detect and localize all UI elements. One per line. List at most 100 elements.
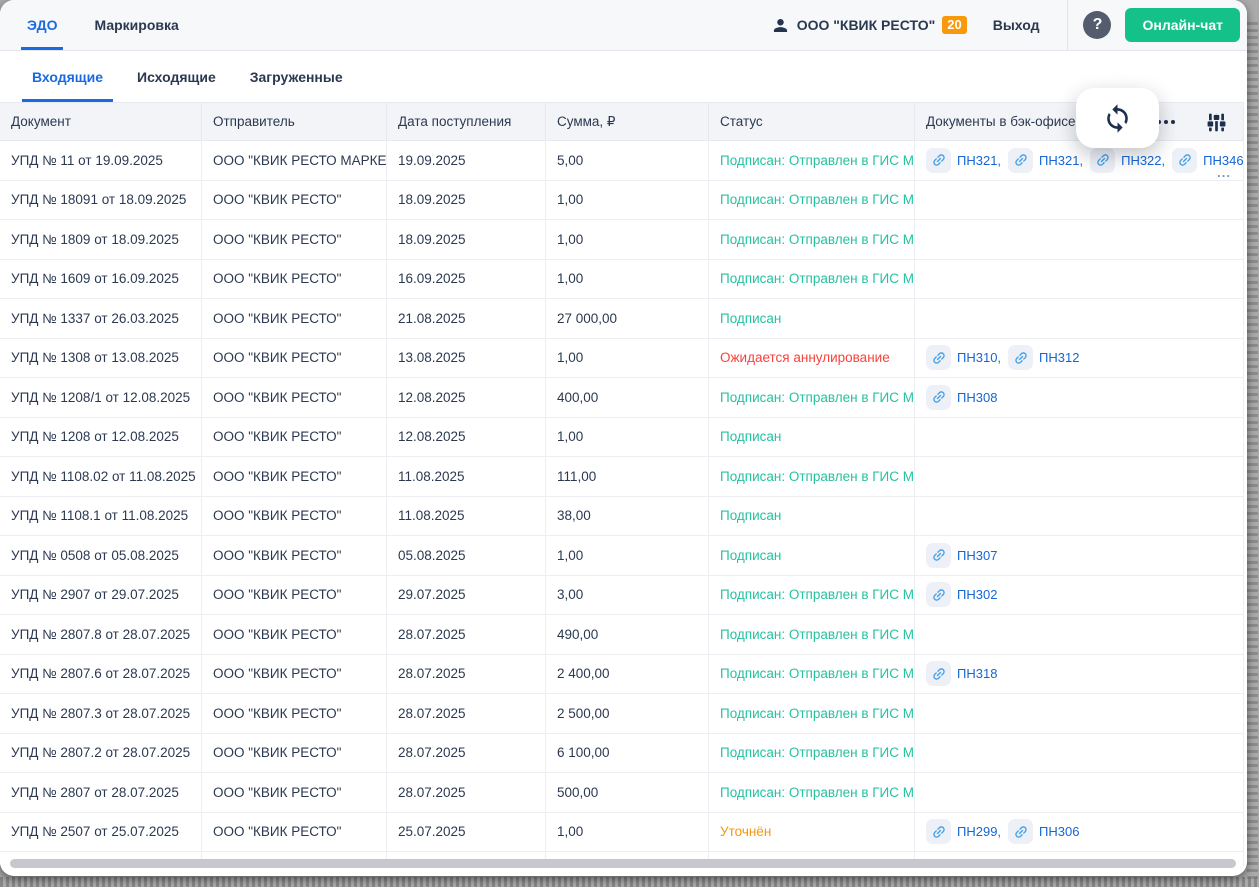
backoffice-doc-link[interactable]: ПН312	[1008, 345, 1079, 371]
filter-button[interactable]	[1205, 111, 1228, 134]
tab-uploaded[interactable]: Загруженные	[240, 51, 353, 102]
backoffice-doc-link[interactable]: ПН308	[926, 384, 998, 410]
cell-status: Подписан: Отправлен в ГИС МТ	[709, 575, 915, 614]
table-row[interactable]: УПД № 2807.3 от 28.07.2025 ООО "КВИК РЕС…	[0, 694, 1244, 734]
cell-backoffice-docs: ПН299, ПН306	[915, 812, 1244, 851]
cell-document: УПД № 2807 от 28.07.2025	[0, 773, 202, 812]
table-row[interactable]: УПД № 1609 от 16.09.2025 ООО "КВИК РЕСТО…	[0, 259, 1244, 299]
cell-document: УПД № 1208/1 от 12.08.2025	[0, 378, 202, 417]
cell-document: УПД № 2807.6 от 28.07.2025	[0, 654, 202, 693]
cell-document: УПД № 2907 от 29.07.2025	[0, 575, 202, 614]
doc-link-label: ПН299,	[957, 824, 1002, 840]
backoffice-doc-link[interactable]: ПН310,	[926, 345, 1001, 371]
cell-status: Подписан: Отправлен в ГИС МТ	[709, 615, 915, 654]
backoffice-doc-link[interactable]: ПН306	[1008, 819, 1080, 845]
cell-sender: ООО "КВИК РЕСТО МАРКЕТ"	[202, 141, 387, 180]
cell-date: 25.07.2025	[387, 812, 546, 851]
cell-backoffice-docs	[915, 733, 1244, 772]
cell-sender: ООО "КВИК РЕСТО"	[202, 733, 387, 772]
cell-backoffice-docs	[915, 259, 1244, 298]
background-page-remnant-bottom	[0, 877, 1259, 887]
table-row[interactable]: УПД № 1208 от 12.08.2025 ООО "КВИК РЕСТО…	[0, 417, 1244, 457]
top-tab-markirovka[interactable]: Маркировка	[94, 0, 178, 50]
cell-status: Подписан: Отправлен в ГИС МТ	[709, 733, 915, 772]
subtabs: Входящие Исходящие Загруженные	[0, 51, 1247, 102]
cell-date: 28.07.2025	[387, 694, 546, 733]
table-row[interactable]: УПД № 2807.2 от 28.07.2025 ООО "КВИК РЕС…	[0, 733, 1244, 773]
sliders-icon	[1205, 111, 1228, 134]
chain-link-icon	[926, 345, 951, 371]
account-button[interactable]: ООО "КВИК РЕСТО" 20	[771, 16, 967, 35]
backoffice-doc-link[interactable]: ПН299,	[926, 819, 1002, 845]
top-tab-edo[interactable]: ЭДО	[20, 0, 65, 50]
table-row[interactable]: УПД № 2807.6 от 28.07.2025 ООО "КВИК РЕС…	[0, 654, 1244, 694]
cell-date: 11.08.2025	[387, 496, 546, 535]
cell-backoffice-docs	[915, 457, 1244, 496]
cell-date: 16.09.2025	[387, 259, 546, 298]
table-row[interactable]: УПД № 11 от 19.09.2025 ООО "КВИК РЕСТО М…	[0, 141, 1244, 181]
table-row[interactable]: УПД № 2807.8 от 28.07.2025 ООО "КВИК РЕС…	[0, 615, 1244, 655]
table-row[interactable]: УПД № 1337 от 26.03.2025 ООО "КВИК РЕСТО…	[0, 299, 1244, 339]
refresh-button[interactable]	[1076, 88, 1159, 148]
horizontal-scrollbar[interactable]	[10, 859, 1236, 868]
backoffice-doc-link[interactable]: ПН321,	[926, 147, 1002, 173]
online-chat-button[interactable]: Онлайн-чат	[1125, 8, 1240, 42]
chain-link-icon	[926, 384, 951, 410]
cell-backoffice-docs: ПН302	[915, 575, 1244, 614]
tab-incoming[interactable]: Входящие	[22, 51, 113, 102]
cell-status: Подписан: Отправлен в ГИС МТ	[709, 220, 915, 259]
cell-sender: ООО "КВИК РЕСТО"	[202, 417, 387, 456]
help-button[interactable]: ?	[1083, 11, 1112, 39]
table-row[interactable]: УПД № 1208/1 от 12.08.2025 ООО "КВИК РЕС…	[0, 378, 1244, 418]
cell-sender: ООО "КВИК РЕСТО"	[202, 180, 387, 219]
topbar: ЭДО Маркировка ООО "КВИК РЕСТО" 20 Выход…	[0, 0, 1247, 51]
cell-status: Подписан	[709, 536, 915, 575]
cell-date: 13.08.2025	[387, 338, 546, 377]
cell-date: 18.09.2025	[387, 220, 546, 259]
table-row[interactable]: УПД № 18091 от 18.09.2025 ООО "КВИК РЕСТ…	[0, 180, 1244, 220]
backoffice-doc-link[interactable]: ПН321,	[1008, 147, 1083, 173]
cell-sender: ООО "КВИК РЕСТО"	[202, 654, 387, 693]
backoffice-doc-link[interactable]: ПН318	[926, 661, 997, 687]
cell-sender: ООО "КВИК РЕСТО"	[202, 378, 387, 417]
topbar-right: ООО "КВИК РЕСТО" 20 Выход ? Онлайн-чат	[771, 0, 1247, 50]
cell-status: Подписан: Отправлен в ГИС МТ	[709, 694, 915, 733]
backoffice-doc-link[interactable]: ПН302	[926, 582, 997, 608]
cell-sum: 3,00	[546, 575, 709, 614]
cell-document: УПД № 2807.2 от 28.07.2025	[0, 733, 202, 772]
cell-date: 18.09.2025	[387, 180, 546, 219]
cell-sum: 1,00	[546, 536, 709, 575]
cell-sender: ООО "КВИК РЕСТО"	[202, 575, 387, 614]
links-overflow-ellipsis[interactable]: ...	[1217, 165, 1231, 180]
app-window: ЭДО Маркировка ООО "КВИК РЕСТО" 20 Выход…	[0, 0, 1247, 876]
table-row[interactable]: УПД № 1809 от 18.09.2025 ООО "КВИК РЕСТО…	[0, 220, 1244, 260]
cell-date: 12.08.2025	[387, 417, 546, 456]
backoffice-doc-link[interactable]: ПН307	[926, 542, 997, 568]
cell-backoffice-docs	[915, 220, 1244, 259]
table-row[interactable]: УПД № 2507 от 25.07.2025 ООО "КВИК РЕСТО…	[0, 812, 1244, 852]
table-row[interactable]: УПД № 1108.02 от 11.08.2025 ООО "КВИК РЕ…	[0, 457, 1244, 497]
table-row[interactable]: УПД № 2907 от 29.07.2025 ООО "КВИК РЕСТО…	[0, 575, 1244, 615]
doc-link-label: ПН306	[1039, 824, 1080, 840]
doc-link-label: ПН308	[957, 389, 998, 405]
cell-document: УПД № 0508 от 05.08.2025	[0, 536, 202, 575]
tab-outgoing[interactable]: Исходящие	[127, 51, 226, 102]
backoffice-doc-link[interactable]: ПН346,	[1172, 147, 1243, 173]
cell-backoffice-docs: ПН318	[915, 654, 1244, 693]
backoffice-doc-link[interactable]: ПН322,	[1090, 147, 1165, 173]
cell-sum: 1,00	[546, 180, 709, 219]
cell-backoffice-docs	[915, 496, 1244, 535]
cell-backoffice-docs: ПН308	[915, 378, 1244, 417]
chain-link-icon	[1172, 147, 1198, 173]
table-row[interactable]: УПД № 1108.1 от 11.08.2025 ООО "КВИК РЕС…	[0, 496, 1244, 536]
table-row[interactable]: УПД № 2807 от 28.07.2025 ООО "КВИК РЕСТО…	[0, 773, 1244, 813]
chain-link-icon	[926, 582, 951, 608]
screen: ЭДО Маркировка ООО "КВИК РЕСТО" 20 Выход…	[0, 0, 1259, 887]
table-row[interactable]: УПД № 1308 от 13.08.2025 ООО "КВИК РЕСТО…	[0, 338, 1244, 378]
logout-button[interactable]: Выход	[993, 17, 1040, 33]
table-row[interactable]: УПД № 0508 от 05.08.2025 ООО "КВИК РЕСТО…	[0, 536, 1244, 576]
notification-badge: 20	[942, 16, 967, 34]
more-options-button[interactable]	[1157, 120, 1175, 124]
cell-backoffice-docs	[915, 773, 1244, 812]
doc-link-label: ПН321,	[957, 152, 1002, 168]
